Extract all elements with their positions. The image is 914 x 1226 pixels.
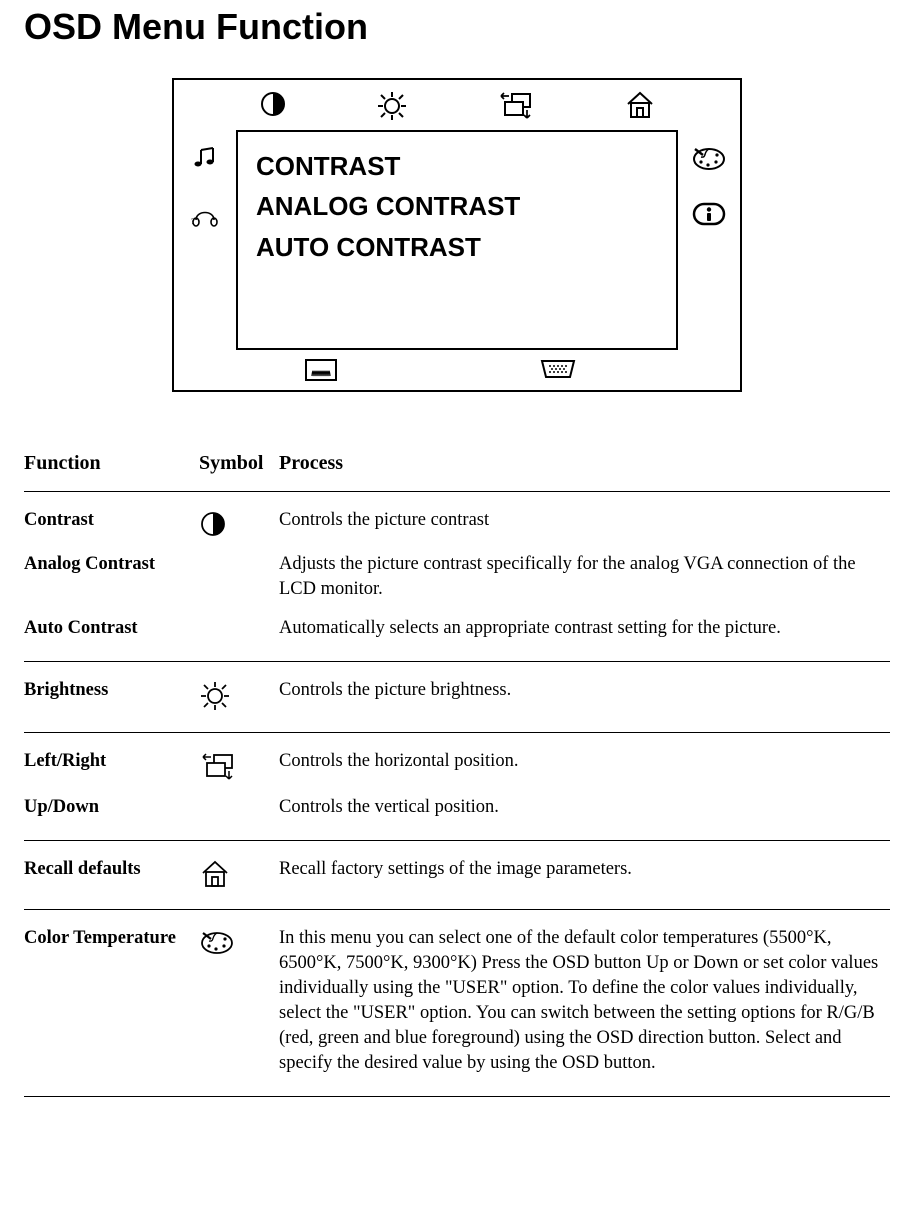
- table-row: Analog Contrast Adjusts the picture cont…: [24, 552, 890, 602]
- table-section: Contrast Controls the picture contrast A…: [24, 492, 890, 661]
- table-row: Brightness Controls the picture brightne…: [24, 678, 890, 712]
- fn-process: In this menu you can select one of the d…: [279, 926, 890, 1076]
- palette-icon: [199, 928, 235, 956]
- fn-name: Recall defaults: [24, 857, 199, 889]
- position-icon: [199, 751, 237, 781]
- fn-process: Controls the picture contrast: [279, 508, 890, 538]
- home-icon: [624, 90, 656, 122]
- fn-symbol: [199, 508, 279, 538]
- page-title: OSD Menu Function: [24, 6, 890, 48]
- fn-symbol: [199, 795, 279, 820]
- svg-text:?: ?: [191, 217, 195, 226]
- palette-icon: [691, 144, 727, 172]
- function-table: Function Symbol Process Contrast Control…: [24, 452, 890, 1097]
- osd-menu-line: CONTRAST: [256, 146, 658, 186]
- col-header-process: Process: [279, 452, 890, 475]
- table-section: Left/Right Controls the horizontal posit…: [24, 733, 890, 840]
- table-row: Left/Right Controls the horizontal posit…: [24, 749, 890, 781]
- table-section: Recall defaults Recall factory settings …: [24, 841, 890, 909]
- info-icon: [692, 202, 726, 226]
- fn-process: Recall factory settings of the image par…: [279, 857, 890, 889]
- col-header-symbol: Symbol: [199, 452, 279, 475]
- brightness-icon: [199, 680, 231, 712]
- fn-name: Analog Contrast: [24, 552, 199, 602]
- fn-name: Auto Contrast: [24, 616, 199, 641]
- fn-symbol: [199, 857, 279, 889]
- fn-process: Controls the horizontal position.: [279, 749, 890, 781]
- vga-connector-icon: [538, 358, 578, 382]
- table-row: Contrast Controls the picture contrast: [24, 508, 890, 538]
- osd-panel: ? CONTRAST ANALOG CONTRAST AUTO CONTRAST: [172, 78, 742, 392]
- brightness-icon: [376, 90, 408, 122]
- fn-process: Controls the vertical position.: [279, 795, 890, 820]
- home-icon: [199, 859, 231, 889]
- fn-symbol: [199, 926, 279, 1076]
- osd-menu-line: AUTO CONTRAST: [256, 227, 658, 267]
- fn-name: Brightness: [24, 678, 199, 712]
- col-header-function: Function: [24, 452, 199, 475]
- fn-name: Color Temperature: [24, 926, 199, 1076]
- table-section: Brightness Controls the picture brightne…: [24, 662, 890, 732]
- fn-symbol: [199, 749, 279, 781]
- contrast-icon: [259, 90, 287, 122]
- fn-process: Controls the picture brightness.: [279, 678, 890, 712]
- osd-menu-line: ANALOG CONTRAST: [256, 186, 658, 226]
- fn-name: Up/Down: [24, 795, 199, 820]
- fn-symbol: [199, 616, 279, 641]
- contrast-icon: [199, 510, 227, 538]
- table-row: Up/Down Controls the vertical position.: [24, 795, 890, 820]
- fn-process: Automatically selects an appropriate con…: [279, 616, 890, 641]
- table-row: Auto Contrast Automatically selects an a…: [24, 616, 890, 641]
- table-section: Color Temperature In this menu you can s…: [24, 910, 890, 1096]
- osd-inner-box: CONTRAST ANALOG CONTRAST AUTO CONTRAST: [236, 130, 678, 350]
- fn-process: Adjusts the picture contrast specificall…: [279, 552, 890, 602]
- fn-symbol: [199, 678, 279, 712]
- degauss-icon: [304, 358, 338, 382]
- fn-name: Left/Right: [24, 749, 199, 781]
- table-row: Color Temperature In this menu you can s…: [24, 926, 890, 1076]
- separator: [24, 1096, 890, 1097]
- table-header-row: Function Symbol Process: [24, 452, 890, 491]
- table-row: Recall defaults Recall factory settings …: [24, 857, 890, 889]
- fn-name: Contrast: [24, 508, 199, 538]
- position-icon: [497, 90, 535, 122]
- audio-icon: [191, 144, 219, 172]
- headphones-icon: ?: [190, 202, 220, 230]
- fn-symbol: [199, 552, 279, 602]
